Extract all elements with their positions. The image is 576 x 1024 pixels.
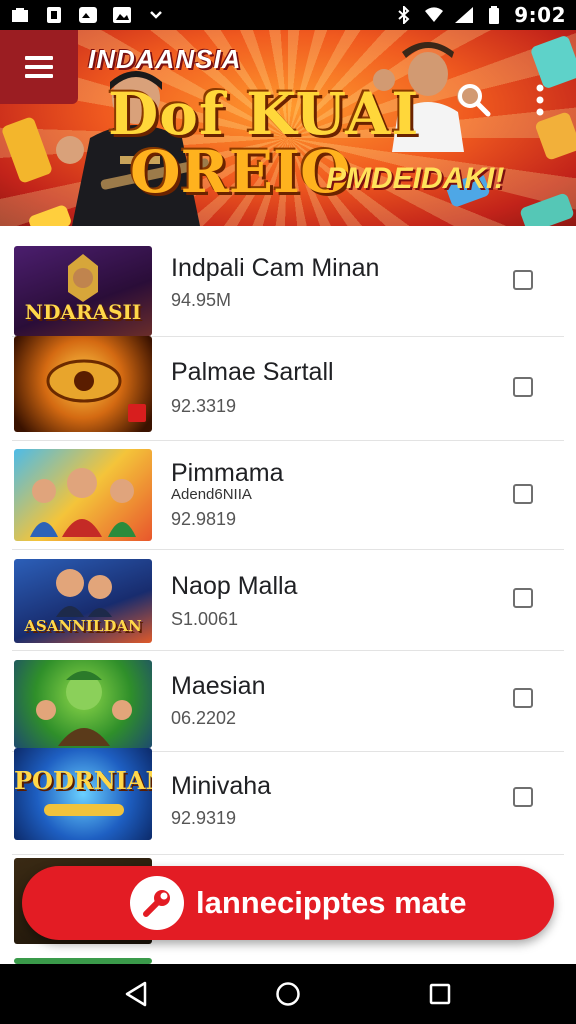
item-title[interactable]: Pimmama [171,459,284,488]
search-icon [458,84,491,117]
cta-label: lannecipptes mate [196,885,467,920]
banner-subtitle: INDAANSIA [88,44,242,74]
home-button[interactable] [268,974,308,1014]
item-price: 92.9319 [171,808,237,828]
sim-icon [44,6,64,24]
status-bar: 9:02 [0,0,576,30]
mail-icon [78,6,98,24]
signal-icon [454,6,474,24]
list-divider [12,650,564,651]
item-title[interactable]: Maesian [171,672,266,701]
system-nav-bar [0,964,576,1024]
more-vert-icon [536,84,544,116]
item-checkbox[interactable] [513,688,533,708]
item-price: 92.3319 [171,396,237,416]
characters-pair-icon [56,569,112,617]
warrior-emblem-icon [68,254,98,302]
home-icon [276,982,300,1006]
item-price: 06.2202 [171,708,237,728]
item-checkbox[interactable] [513,787,533,807]
item-thumbnail[interactable] [14,449,152,541]
battery-icon [484,6,504,24]
recents-button[interactable] [420,974,460,1014]
item-price: 92.9819 [171,509,237,529]
item-checkbox[interactable] [513,484,533,504]
item-thumbnail[interactable] [14,336,152,432]
badge-icon [128,404,146,422]
item-title[interactable]: Indpali Cam Minan [171,254,379,283]
search-button[interactable] [454,80,494,120]
banner-tagline: PMDEIDAKI! [326,162,505,195]
item-thumbnail[interactable]: NDARASII [14,246,152,336]
item-subtitle: Adend6NIIA [171,486,252,503]
status-time: 9:02 [514,3,566,27]
item-checkbox[interactable] [513,377,533,397]
item-checkbox[interactable] [513,270,533,290]
item-thumbnail[interactable] [14,660,152,748]
more-options-button[interactable] [526,80,554,120]
item-price: 94.95M [171,290,232,310]
banner-title-line2: OREIO [130,138,351,206]
list-divider [12,440,564,441]
image-icon [112,6,132,24]
list-divider [12,549,564,550]
dragon-emblem-icon [46,359,122,403]
item-title[interactable]: Palmae Sartall [171,358,334,387]
item-thumbnail[interactable]: PODRNIAN [14,748,152,840]
goblin-characters-icon [36,671,132,746]
app-icon [10,6,30,24]
back-icon [125,981,147,1007]
chevron-down-icon [146,6,166,24]
characters-group-icon [30,468,136,537]
back-button[interactable] [116,974,156,1014]
item-price: S1.0061 [171,609,239,629]
list-divider [12,854,564,855]
item-checkbox[interactable] [513,588,533,608]
item-thumbnail[interactable]: ASANNILDAN [14,559,152,643]
item-title[interactable]: Minivaha [171,772,271,801]
primary-action-button[interactable]: lannecipptes mate [22,866,554,940]
wifi-icon [424,6,444,24]
hamburger-menu-icon [25,56,53,78]
item-title[interactable]: Naop Malla [171,572,297,601]
thumbnail-title: NDARASII [24,300,142,324]
thumbnail-title: PODRNIAN [14,766,152,795]
menu-button[interactable] [0,30,78,104]
thumbnail-title: ASANNILDAN [24,617,142,635]
header-banner: INDAANSIA Dof KUAI OREIO PMDEIDAKI! [0,30,576,226]
recents-icon [429,983,451,1005]
wrench-icon [143,890,170,917]
bluetooth-icon [394,6,414,24]
cta-icon-circle [130,876,184,930]
logo-bar-decoration [44,804,124,816]
